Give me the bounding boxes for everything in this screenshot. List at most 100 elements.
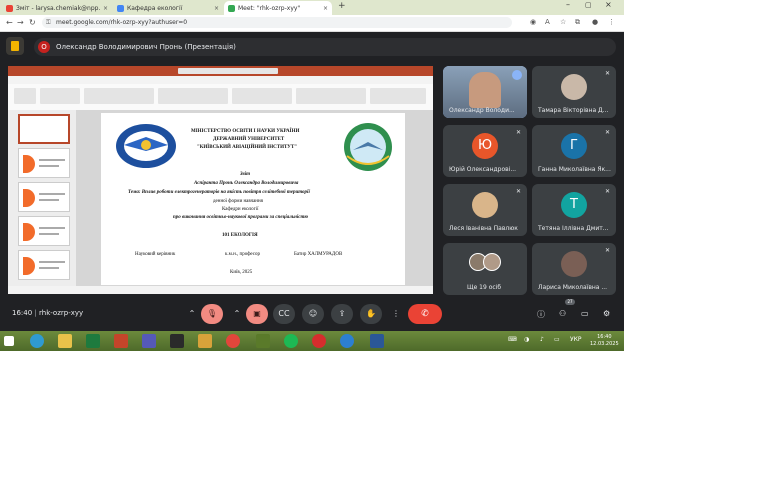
new-tab-button[interactable]: + bbox=[338, 1, 346, 11]
tab-label: Зміт - larysa.chemiak@npp.ka.in bbox=[16, 4, 100, 12]
participant-name: Ганна Миколаївна Як... bbox=[538, 166, 611, 173]
excel-icon[interactable] bbox=[86, 334, 100, 348]
url-field[interactable]: ⚿ meet.google.com/rhk-ozrp-xyy?authuser=… bbox=[42, 17, 512, 28]
presenter-title: Олександр Володимирович Пронь (Презентац… bbox=[56, 43, 236, 51]
mic-toggle-button[interactable]: 🎙 bbox=[201, 304, 223, 324]
minimize-button[interactable]: – bbox=[566, 0, 570, 9]
teams-icon[interactable] bbox=[142, 334, 156, 348]
bookmark-icon[interactable]: ☆ bbox=[560, 18, 566, 26]
mic-off-icon: ✕ bbox=[604, 70, 610, 77]
slide-supervisor-label: Науковий керівник bbox=[135, 252, 176, 257]
powerpoint-statusbar bbox=[8, 286, 433, 294]
raise-hand-button[interactable]: ✋ bbox=[360, 304, 382, 324]
meeting-info-icon[interactable]: ⓘ bbox=[537, 309, 545, 320]
tab-kafedra[interactable]: Кафедра екології × bbox=[113, 1, 223, 15]
keyboard-icon[interactable]: ⌨ bbox=[508, 336, 517, 343]
extensions-icon[interactable]: ⧉ bbox=[575, 18, 580, 27]
browser-tab-bar: Зміт - larysa.chemiak@npp.ka.in × Кафедр… bbox=[0, 0, 624, 15]
people-icon[interactable]: ⚇ bbox=[559, 309, 566, 318]
edge-icon[interactable] bbox=[30, 334, 44, 348]
forward-icon[interactable]: → bbox=[17, 18, 24, 27]
slide-form: денної форми навчання bbox=[213, 199, 263, 204]
slide-thumbnails bbox=[8, 110, 76, 286]
ribbon-group bbox=[232, 88, 292, 104]
volume-icon[interactable]: ♪ bbox=[540, 336, 544, 343]
participant-tile[interactable]: Т ✕ Тетяна Іллівна Дмит... bbox=[532, 184, 616, 236]
search-box bbox=[178, 68, 278, 74]
more-participants-tile[interactable]: Ще 19 осіб bbox=[443, 243, 527, 295]
ribbon-group bbox=[84, 88, 154, 104]
participant-name: Леся Іванівна Павлюк bbox=[449, 225, 518, 232]
participant-avatar bbox=[472, 192, 498, 218]
menu-icon[interactable]: ⋮ bbox=[608, 18, 615, 26]
camera-icon[interactable]: ◉ bbox=[530, 18, 536, 26]
leave-call-button[interactable]: ✆ bbox=[408, 304, 442, 324]
language-indicator[interactable]: УКР bbox=[570, 336, 582, 343]
slide-specialty: 101 ЕКОЛОГІЯ bbox=[222, 233, 258, 238]
edge-browser-icon[interactable] bbox=[340, 334, 354, 348]
close-icon[interactable]: × bbox=[323, 5, 328, 12]
spotify-icon[interactable] bbox=[284, 334, 298, 348]
close-window-button[interactable]: × bbox=[605, 0, 612, 9]
close-icon[interactable]: × bbox=[214, 5, 219, 12]
participant-tile[interactable]: ✕ Лариса Миколаївна ... bbox=[532, 243, 616, 295]
participant-avatar bbox=[561, 251, 587, 277]
slide-report: Звіт bbox=[240, 172, 251, 177]
battery-icon[interactable]: ▭ bbox=[554, 336, 560, 343]
tab-label: Meet: "rhk-ozrp-xyy" bbox=[238, 4, 301, 12]
opera-icon[interactable] bbox=[312, 334, 326, 348]
slide-supervisor: Батир ХАЛМУРАДОВ bbox=[294, 252, 343, 257]
amazon-icon[interactable] bbox=[170, 334, 184, 348]
clock-date: 12.03.2025 bbox=[590, 341, 619, 347]
participant-name: Лариса Миколаївна ... bbox=[538, 284, 608, 291]
profile-icon[interactable]: ● bbox=[592, 18, 598, 26]
back-icon[interactable]: ← bbox=[6, 18, 13, 27]
network-icon[interactable]: ◑ bbox=[524, 336, 529, 343]
participant-tile[interactable]: Г ✕ Ганна Миколаївна Як... bbox=[532, 125, 616, 177]
meet-header: О Олександр Володимирович Пронь (Презент… bbox=[6, 37, 616, 57]
university-emblem-icon bbox=[116, 124, 176, 168]
gmail-icon bbox=[6, 4, 13, 12]
video-options-button[interactable]: ⌃ bbox=[230, 304, 244, 324]
participant-name: Олександр Володи... bbox=[449, 107, 515, 114]
speaking-indicator-icon bbox=[512, 70, 522, 80]
reload-icon[interactable]: ↻ bbox=[29, 18, 36, 27]
meeting-time: 16:40 bbox=[12, 309, 33, 317]
presentation-pill[interactable]: О Олександр Володимирович Пронь (Презент… bbox=[34, 38, 616, 56]
translate-icon[interactable]: A bbox=[545, 18, 550, 26]
activities-icon[interactable]: ⚙ bbox=[603, 309, 610, 318]
participant-name: Тетяна Іллівна Дмит... bbox=[538, 225, 609, 232]
participant-tile[interactable]: Ю ✕ Юрій Олександрові... bbox=[443, 125, 527, 177]
clock-time: 16:40 bbox=[597, 334, 612, 340]
app-icon[interactable] bbox=[256, 334, 270, 348]
chrome-icon[interactable] bbox=[226, 334, 240, 348]
participant-tile[interactable]: ✕ Тамара Вікторівна Д... bbox=[532, 66, 616, 118]
emoji-reaction-button[interactable]: ☺ bbox=[302, 304, 324, 324]
participant-avatar: Г bbox=[561, 133, 587, 159]
captions-button[interactable]: CC bbox=[273, 304, 295, 324]
app-icon[interactable] bbox=[198, 334, 212, 348]
word-icon[interactable] bbox=[370, 334, 384, 348]
participant-tile[interactable]: ✕ Леся Іванівна Павлюк bbox=[443, 184, 527, 236]
camera-toggle-button[interactable]: ▣ bbox=[246, 304, 268, 324]
lock-icon: ⚿ bbox=[46, 19, 51, 26]
audio-options-button[interactable]: ⌃ bbox=[185, 304, 199, 324]
powerpoint-icon[interactable] bbox=[114, 334, 128, 348]
participant-name: Юрій Олександрові... bbox=[449, 166, 517, 173]
maximize-button[interactable]: ▢ bbox=[585, 1, 592, 9]
docs-icon bbox=[117, 4, 124, 12]
file-explorer-icon[interactable] bbox=[58, 334, 72, 348]
tab-email[interactable]: Зміт - larysa.chemiak@npp.ka.in × bbox=[2, 1, 112, 15]
participant-tile[interactable]: Олександр Володи... bbox=[443, 66, 527, 118]
participant-avatar bbox=[483, 253, 501, 271]
mic-off-icon: ✕ bbox=[604, 188, 610, 195]
present-screen-button[interactable]: ⇪ bbox=[331, 304, 353, 324]
mic-off-icon: ✕ bbox=[515, 129, 521, 136]
windows-start-icon[interactable] bbox=[4, 336, 14, 346]
taskbar-clock[interactable]: 16:40 12.03.2025 bbox=[590, 334, 619, 348]
chat-icon[interactable]: ▭ bbox=[581, 309, 589, 318]
tab-meet[interactable]: Meet: "rhk-ozrp-xyy" × bbox=[224, 1, 332, 15]
meet-icon bbox=[228, 4, 235, 12]
close-icon[interactable]: × bbox=[103, 5, 108, 12]
more-options-button[interactable]: ⋮ bbox=[389, 304, 403, 324]
